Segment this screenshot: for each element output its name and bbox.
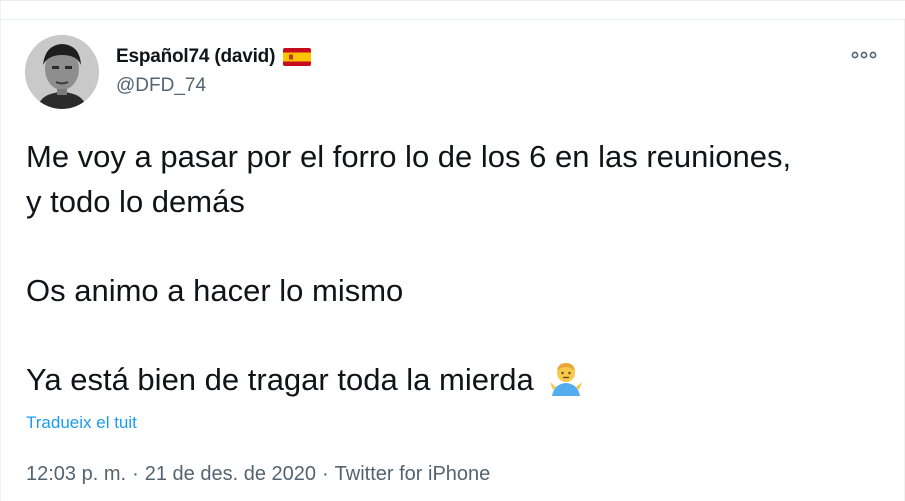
top-divider [1, 1, 905, 20]
tweet-source[interactable]: Twitter for iPhone [335, 463, 491, 486]
tweet-line: Os animo a hacer lo mismo [26, 272, 404, 308]
translate-tweet-link[interactable]: Tradueix el tuit [26, 413, 137, 433]
tweet-line: Me voy a pasar por el forro lo de los 6 … [26, 139, 792, 174]
meta-separator: · [322, 463, 329, 485]
meta-separator: · [132, 463, 139, 485]
tweet-line: y todo lo demás [26, 183, 245, 219]
person-shrugging-emoji [549, 362, 582, 396]
tweet-card: Español74 (david) @DFD_74 Me voy a pasar… [0, 0, 905, 501]
tweet-line [26, 224, 886, 269]
avatar-photo-icon [25, 35, 99, 109]
username[interactable]: @DFD_74 [116, 75, 206, 97]
tweet-text: Me voy a pasar por el forro lo de los 6 … [26, 135, 886, 402]
tweet-line [26, 313, 886, 358]
tweet-line-with-emoji: Ya está bien de tragar toda la mierda [26, 358, 886, 403]
more-options-icon[interactable] [847, 45, 881, 65]
spain-flag-icon [283, 48, 312, 66]
tweet-line: Ya está bien de tragar toda la mierda [26, 361, 534, 397]
tweet-time[interactable]: 12:03 p. m. [26, 463, 126, 486]
tweet-meta: 12:03 p. m. · 21 de des. de 2020 · Twitt… [26, 463, 490, 486]
author-name-row[interactable]: Español74 (david) [116, 45, 312, 69]
tweet-date[interactable]: 21 de des. de 2020 [145, 463, 316, 486]
avatar[interactable] [25, 35, 99, 109]
display-name[interactable]: Español74 (david) [116, 46, 275, 68]
